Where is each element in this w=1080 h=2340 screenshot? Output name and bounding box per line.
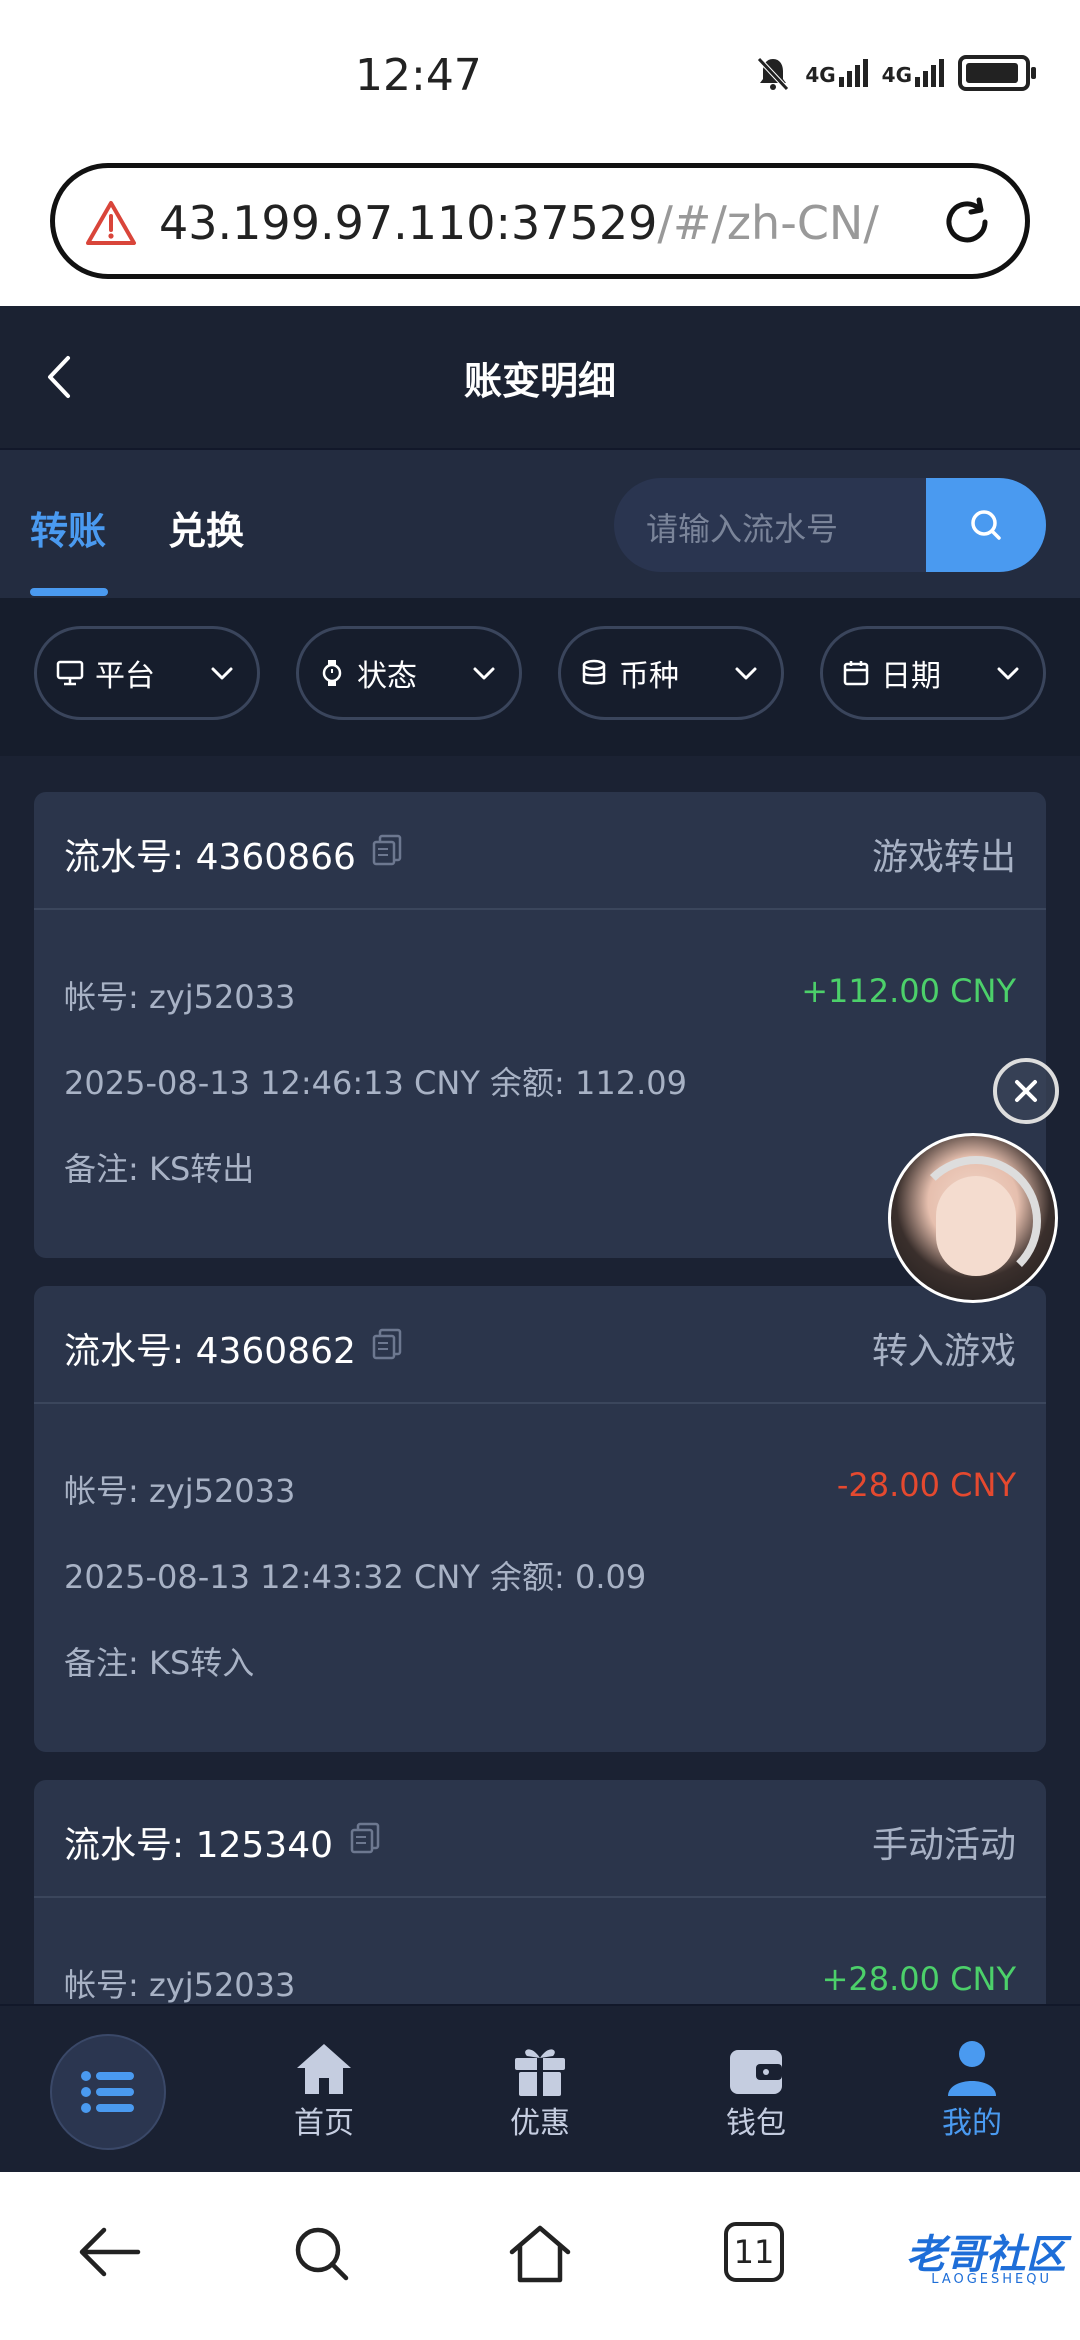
chevron-down-icon (997, 667, 1019, 680)
back-icon[interactable] (74, 2222, 144, 2282)
tab-exchange[interactable]: 兑换 (168, 500, 244, 555)
battery-icon (958, 55, 1036, 91)
account: 帐号: zyj52033 (64, 1966, 296, 2004)
tabs-button[interactable]: 11 (724, 2222, 784, 2282)
amount: +28.00 CNY (821, 1960, 1016, 1998)
chevron-down-icon (211, 667, 233, 680)
tab-transfer[interactable]: 转账 (30, 500, 106, 555)
warning-icon[interactable] (85, 200, 137, 246)
record-header: 流水号: 125340 手动活动 (34, 1780, 1046, 1898)
time-balance: 2025-08-13 12:46:13 CNY 余额: 112.09 (64, 1064, 687, 1102)
amount: +112.00 CNY (801, 972, 1016, 1010)
signal-icon-2: 4G (882, 59, 944, 87)
record-type: 游戏转出 (871, 837, 1016, 878)
remark: 备注: KS转出 (64, 1150, 255, 1188)
chevron-down-icon (473, 667, 495, 680)
bottom-nav: 首页 优惠 钱包 我的 (0, 2004, 1080, 2172)
filter-status[interactable]: 状态 (296, 626, 522, 720)
mute-bell-icon (757, 57, 790, 91)
url-text[interactable]: 43.199.97.110:37529/#/zh-CN/use (159, 196, 879, 250)
nav-label: 优惠 (510, 2106, 570, 2141)
filter-label: 日期 (881, 659, 941, 694)
nav-profile[interactable]: 我的 (902, 2036, 1042, 2142)
filter-label: 平台 (95, 659, 155, 694)
page-header: 账变明细 (0, 306, 1080, 450)
amount: -28.00 CNY (836, 1466, 1016, 1504)
account: 帐号: zyj52033 (64, 978, 296, 1016)
search-input[interactable]: 请输入流水号 (646, 504, 838, 550)
network-type: 4G (805, 63, 836, 87)
address-bar[interactable]: 43.199.97.110:37529/#/zh-CN/use (50, 163, 1030, 279)
signal-icon: 4G (805, 59, 868, 87)
list-icon (81, 2071, 134, 2113)
serial-number: 流水号: 4360866 (64, 837, 356, 878)
nav-wallet[interactable]: 钱包 (686, 2036, 826, 2142)
calendar-icon (841, 658, 871, 688)
home-icon[interactable] (506, 2222, 574, 2286)
nav-label: 首页 (294, 2106, 354, 2141)
url-host: 43.199.97.110:37529 (159, 196, 658, 250)
status-icons: 4G 4G (755, 55, 1036, 91)
record-header: 流水号: 4360866 游戏转出 (34, 792, 1046, 910)
serial-number: 流水号: 4360862 (64, 1331, 356, 1372)
search-icon (971, 510, 1001, 540)
record-header: 流水号: 4360862 转入游戏 (34, 1286, 1046, 1404)
record-type: 转入游戏 (871, 1331, 1016, 1372)
nav-home[interactable]: 首页 (254, 2036, 394, 2142)
filter-platform[interactable]: 平台 (34, 626, 260, 720)
filter-currency[interactable]: 币种 (558, 626, 784, 720)
nav-promotions[interactable]: 优惠 (470, 2036, 610, 2142)
wallet-icon (730, 2050, 782, 2094)
monitor-icon (55, 658, 85, 688)
search-icon[interactable] (290, 2222, 354, 2286)
user-icon (948, 2041, 996, 2096)
nav-label: 钱包 (726, 2106, 786, 2141)
filter-date[interactable]: 日期 (820, 626, 1046, 720)
remark: 备注: KS转入 (64, 1644, 255, 1682)
url-path: /#/zh-CN/use (657, 196, 879, 250)
copy-icon[interactable] (370, 832, 406, 868)
home-icon (297, 2044, 351, 2094)
serial-number: 流水号: 125340 (64, 1825, 333, 1866)
customer-service-avatar[interactable] (888, 1133, 1058, 1303)
close-icon (1015, 1080, 1037, 1102)
close-float-button[interactable] (993, 1058, 1059, 1124)
search-button[interactable] (926, 478, 1046, 572)
filter-label: 状态 (357, 659, 417, 694)
tab-indicator (30, 588, 108, 596)
watermark-sub: LAOGESHEQU (931, 2272, 1052, 2287)
filter-bar: 平台 状态 币种 日期 (0, 598, 1080, 756)
reload-icon[interactable] (939, 194, 995, 250)
nav-label: 我的 (942, 2106, 1002, 2141)
clock: 12:47 (355, 50, 482, 101)
copy-icon[interactable] (370, 1326, 406, 1362)
status-bar: 12:47 4G 4G (0, 0, 1080, 150)
record-card[interactable]: 流水号: 4360862 转入游戏 帐号: zyj52033 -28.00 CN… (34, 1286, 1046, 1752)
menu-button[interactable] (50, 2034, 166, 2150)
chevron-down-icon (735, 667, 757, 680)
database-icon (579, 658, 609, 688)
search-box: 请输入流水号 (614, 478, 1046, 572)
record-type: 手动活动 (871, 1825, 1016, 1866)
network-type-2: 4G (881, 63, 912, 87)
copy-icon[interactable] (348, 1820, 384, 1856)
time-balance: 2025-08-13 12:43:32 CNY 余额: 0.09 (64, 1558, 647, 1596)
account: 帐号: zyj52033 (64, 1472, 296, 1510)
watch-icon (317, 658, 347, 688)
gift-icon (515, 2049, 565, 2096)
system-nav-bar: 11 老哥社区 LAOGESHEQU (0, 2172, 1080, 2340)
page-title: 账变明细 (463, 359, 616, 403)
filter-label: 币种 (619, 659, 679, 694)
